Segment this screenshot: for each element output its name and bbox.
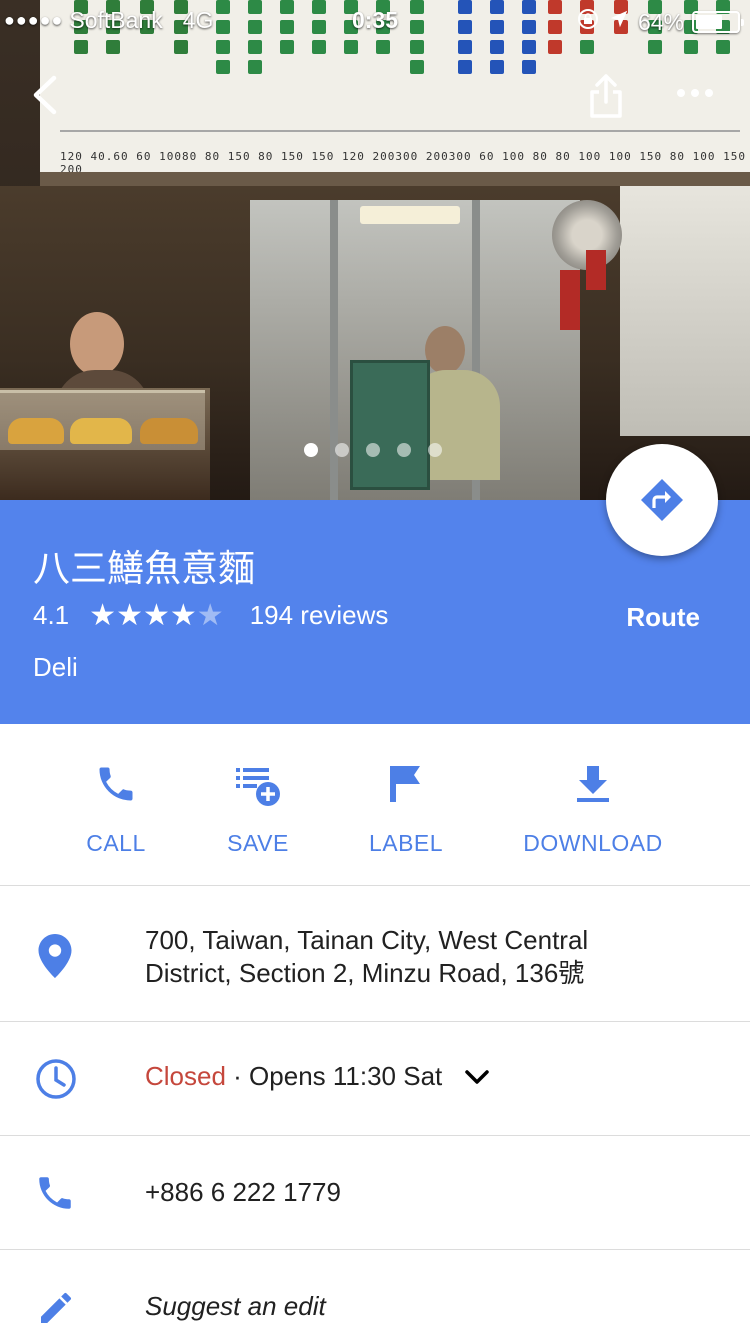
clock-icon <box>34 1057 78 1106</box>
save-button[interactable]: SAVE <box>208 754 308 857</box>
place-photo-carousel[interactable]: 120 40.60 60 10080 80 150 80 150 150 120… <box>0 0 750 500</box>
star-empty-icon: ★ <box>196 598 224 632</box>
more-options-button[interactable] <box>676 86 714 105</box>
food-item <box>8 418 64 444</box>
red-sign <box>560 270 580 330</box>
red-sign <box>586 250 606 290</box>
battery-percent: 64% <box>637 8 684 35</box>
call-label: CALL <box>86 830 146 856</box>
star-filled-icon: ★ <box>169 598 197 632</box>
flag-icon <box>356 754 456 814</box>
hours-row[interactable]: Closed · Opens 11:30 Sat <box>0 1022 750 1136</box>
rating-stars: ★ ★ ★ ★ ★ <box>89 598 224 632</box>
address-row[interactable]: 700, Taiwan, Tainan City, West Central D… <box>0 886 750 1022</box>
directions-icon <box>641 479 683 521</box>
food-item <box>70 418 132 444</box>
label-label: LABEL <box>368 830 444 856</box>
back-button[interactable] <box>28 72 62 123</box>
pager-dot[interactable] <box>397 443 411 457</box>
expand-hours-button[interactable] <box>464 1068 490 1086</box>
pager-dot[interactable] <box>304 443 318 457</box>
chevron-down-icon <box>465 1069 490 1084</box>
status-bar: ●●●●● SoftBank 4G 0:35 64% <box>0 0 750 40</box>
download-icon <box>518 754 668 814</box>
drink-machine <box>350 360 430 490</box>
location-arrow-icon <box>608 8 630 36</box>
star-filled-icon: ★ <box>89 598 117 632</box>
review-count: 194 reviews <box>249 600 389 630</box>
rating-row[interactable]: 4.1 ★ ★ ★ ★ ★ 194 reviews <box>33 600 388 631</box>
chevron-left-icon <box>33 75 57 115</box>
more-horizontal-icon <box>677 89 713 97</box>
pager-dot[interactable] <box>366 443 380 457</box>
save-label: SAVE <box>227 830 289 856</box>
battery-icon <box>692 11 744 33</box>
share-icon <box>590 74 622 118</box>
phone-icon <box>34 1172 76 1219</box>
star-filled-icon: ★ <box>116 598 143 632</box>
share-button[interactable] <box>586 72 626 125</box>
person <box>425 326 465 374</box>
place-category: Deli <box>33 652 78 682</box>
download-label: DOWNLOAD <box>523 830 663 856</box>
phone-row[interactable]: +886 6 222 1779 <box>0 1136 750 1250</box>
menu-divider <box>60 130 740 132</box>
label-button[interactable]: LABEL <box>356 754 456 857</box>
route-label[interactable]: Route <box>626 602 700 633</box>
hours-next-open: Opens 11:30 Sat <box>249 1061 443 1091</box>
wall-shelf <box>620 186 750 436</box>
call-button[interactable]: CALL <box>66 754 166 857</box>
food-item <box>140 418 198 444</box>
menu-frame <box>40 172 750 186</box>
location-pin-icon <box>38 934 72 983</box>
phone-number: +886 6 222 1779 <box>145 1177 341 1207</box>
star-filled-icon: ★ <box>142 598 170 632</box>
pager-dot[interactable] <box>335 443 349 457</box>
rating-value: 4.1 <box>33 600 70 630</box>
hours-separator: · <box>225 1061 250 1091</box>
route-button[interactable] <box>606 444 718 556</box>
suggest-edit-row[interactable]: Suggest an edit <box>0 1250 750 1334</box>
download-button[interactable]: DOWNLOAD <box>518 754 668 857</box>
address-line-2: District, Section 2, Minzu Road, 136號 <box>145 958 585 988</box>
person <box>70 312 124 376</box>
phone-icon <box>66 754 166 814</box>
pager-dot[interactable] <box>428 443 442 457</box>
ceiling-light <box>360 206 460 224</box>
place-title: 八三鱔魚意麵 <box>33 547 255 590</box>
photo-pager[interactable] <box>304 443 442 457</box>
rotation-lock-icon <box>576 7 600 37</box>
pencil-icon <box>36 1288 76 1333</box>
hours-status: Closed <box>145 1061 226 1091</box>
suggest-edit-label: Suggest an edit <box>145 1291 326 1321</box>
playlist-add-icon <box>208 754 308 814</box>
action-bar: CALL SAVE LABEL DOWNLOAD <box>0 724 750 886</box>
address-line-1: 700, Taiwan, Tainan City, West Central <box>145 925 589 955</box>
